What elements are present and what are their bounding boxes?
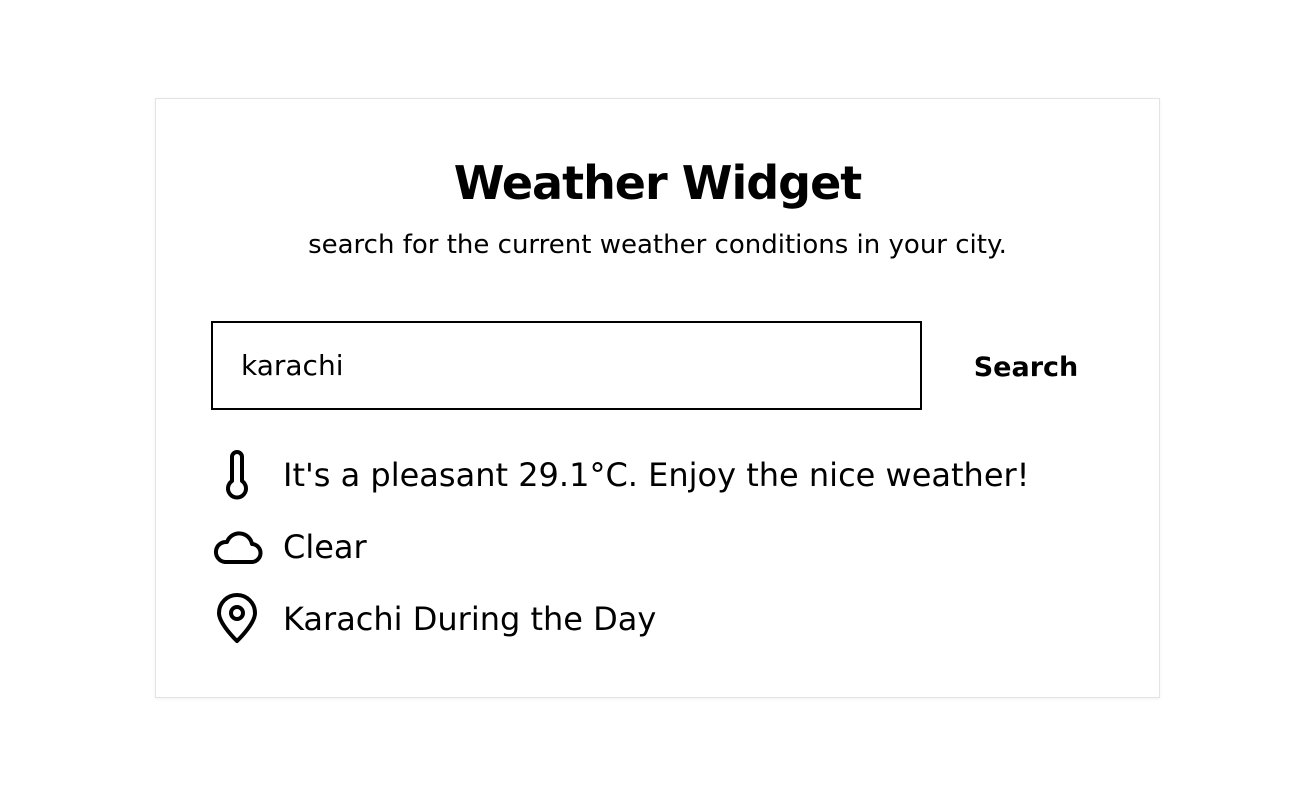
temperature-text: It's a pleasant 29.1°C. Enjoy the nice w…: [283, 456, 1030, 494]
city-search-input[interactable]: [211, 321, 922, 410]
temperature-row: It's a pleasant 29.1°C. Enjoy the nice w…: [211, 447, 1029, 503]
condition-text: Clear: [283, 528, 367, 566]
condition-row: Clear: [211, 519, 367, 575]
map-pin-icon: [211, 593, 263, 645]
location-row: Karachi During the Day: [211, 591, 656, 647]
thermometer-icon: [211, 449, 263, 501]
widget-title: Weather Widget: [453, 156, 863, 210]
widget-subtitle: search for the current weather condition…: [308, 230, 1007, 260]
location-text: Karachi During the Day: [283, 600, 657, 638]
cloud-icon: [211, 521, 263, 573]
search-button[interactable]: Search: [961, 343, 1091, 391]
weather-widget-card: Weather Widget search for the current we…: [155, 98, 1160, 698]
